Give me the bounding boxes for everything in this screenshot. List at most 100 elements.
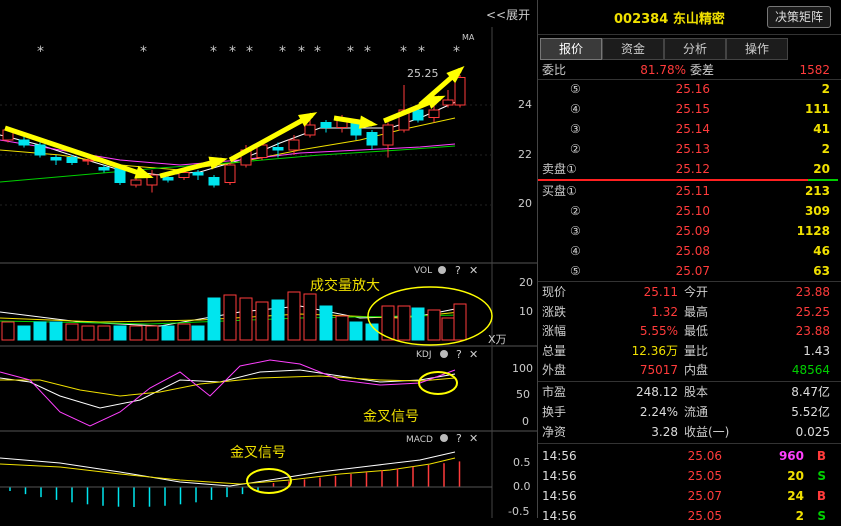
- candle-body: [272, 147, 284, 151]
- stock-header: 002384 东山精密 决策矩阵: [538, 0, 841, 34]
- weibi-value: 81.78%: [640, 63, 686, 77]
- volume-bar: [287, 291, 301, 341]
- volume-bar: [441, 317, 455, 341]
- bid-volume: 213: [804, 184, 830, 198]
- ask-level-label: 卖盘①: [542, 162, 577, 176]
- macd-tick-0.5: 0.5: [513, 456, 531, 469]
- tick-row: 14:56 25.05 2 S: [538, 506, 838, 526]
- kdj-tick-100: 100: [512, 362, 533, 375]
- volume-bar: [453, 303, 467, 341]
- signal-star: *: [140, 44, 147, 60]
- candle-body: [428, 109, 440, 118]
- annotation-macd-golden-cross: 金叉信号: [230, 445, 286, 461]
- tab-funds[interactable]: 资金: [602, 38, 664, 60]
- tick-price: 25.06: [687, 449, 722, 463]
- bid-level-label: ③: [570, 224, 581, 238]
- volume-bar: [239, 297, 253, 341]
- tab-quote[interactable]: 报价: [540, 38, 602, 60]
- kline-chart-svg[interactable]: * * * * * * * * * * * * * MA 25.25 24 22 20 VOL 20 1…: [0, 0, 537, 518]
- vol-close-icon[interactable]: ✕: [469, 264, 478, 277]
- macd-help-icon[interactable]: ?: [456, 432, 462, 445]
- bid-row: ④ 25.08 46: [538, 241, 838, 261]
- vol-help-icon[interactable]: ?: [455, 264, 461, 277]
- fundamental-value: 3.28: [651, 425, 678, 439]
- candle-body: [208, 177, 220, 186]
- price-tick-22: 22: [518, 148, 532, 161]
- kdj-close-icon[interactable]: ✕: [469, 348, 478, 361]
- macd-settings-icon[interactable]: [440, 434, 448, 442]
- quote-label-2: 内盘: [684, 363, 709, 377]
- tick-side: B: [816, 489, 826, 503]
- volume-bar: [161, 325, 175, 341]
- tick-time: 14:56: [542, 449, 577, 463]
- annotation-kdj-golden-cross: 金叉信号: [363, 409, 419, 425]
- ask-volume: 111: [804, 102, 830, 116]
- candle-body: [288, 139, 300, 151]
- volume-bar: [335, 315, 349, 341]
- ask-volume: 20: [813, 162, 830, 176]
- kline-chart-area[interactable]: * * * * * * * * * * * * * MA 25.25 24 22 20 VOL 20 1…: [0, 0, 537, 518]
- volume-bar: [349, 321, 363, 341]
- volume-bar: [33, 321, 47, 341]
- signal-star: *: [298, 44, 305, 60]
- tab-operation[interactable]: 操作: [726, 38, 788, 60]
- stock-title: 002384 东山精密: [614, 8, 725, 27]
- quote-label-2: 量比: [684, 343, 709, 358]
- candle-body: [304, 124, 316, 136]
- candle-body: [98, 167, 110, 171]
- fundamental-value-2: 5.52亿: [791, 405, 830, 419]
- ask-level-label: ③: [570, 122, 581, 136]
- quote-side-panel: 002384 东山精密 决策矩阵 报价 资金 分析 操作 委比 81.78% 委…: [537, 0, 841, 523]
- vol-unit: X万: [488, 333, 507, 346]
- vol-settings-icon[interactable]: [438, 266, 446, 274]
- expand-button[interactable]: <<展开: [486, 6, 530, 23]
- quote-label: 外盘: [542, 363, 567, 377]
- kdj-panel-label: KDJ: [416, 350, 432, 360]
- header-divider: [538, 34, 841, 35]
- quote-row: 外盘 75017 内盘 48564: [538, 360, 838, 380]
- weibi-label: 委比: [542, 63, 567, 77]
- quote-row: 现价 25.11 今开 23.88: [538, 282, 838, 302]
- candle-body: [192, 172, 204, 176]
- tick-price: 25.05: [687, 509, 722, 523]
- bid-price: 25.09: [675, 224, 710, 238]
- signal-star: *: [400, 44, 407, 60]
- macd-close-icon[interactable]: ✕: [469, 432, 478, 445]
- volume-bar: [271, 299, 285, 341]
- volume-bar: [145, 325, 159, 341]
- tick-price: 25.05: [687, 469, 722, 483]
- kdj-help-icon[interactable]: ?: [456, 348, 462, 361]
- quote-value: 25.11: [643, 285, 678, 299]
- quote-row: 总量 12.36万 量比 1.43: [538, 341, 838, 361]
- ask-row: ④ 25.15 111: [538, 99, 838, 119]
- quote-value-2: 48564: [791, 363, 830, 377]
- fundamental-label-2: 收益(一): [684, 425, 730, 439]
- tab-analysis[interactable]: 分析: [664, 38, 726, 60]
- vol-tick-20: 20: [519, 276, 533, 289]
- annotation-volume-expand: 成交量放大: [310, 277, 380, 294]
- weicha-value: 1582: [799, 63, 830, 77]
- ask-row: 卖盘① 25.12 20: [538, 159, 838, 179]
- kdj-k-line: [0, 369, 456, 409]
- signal-star: *: [210, 44, 217, 60]
- volume-bar: [1, 321, 15, 341]
- decision-matrix-button[interactable]: 决策矩阵: [767, 6, 831, 28]
- tick-time: 14:56: [542, 509, 577, 523]
- fundamental-value: 248.12: [636, 385, 678, 399]
- bid-row: ⑤ 25.07 63: [538, 261, 838, 281]
- volume-bar: [113, 325, 127, 341]
- candle-body: [34, 144, 46, 156]
- bid-level-label: ④: [570, 244, 581, 258]
- macd-highlight-ellipse: [246, 468, 292, 494]
- signal-star: *: [453, 44, 460, 60]
- trend-arrowhead: [358, 115, 378, 129]
- weibi-row: 委比 81.78% 委差 1582: [538, 60, 838, 80]
- weicha-label: 委差: [690, 63, 715, 77]
- candle-body: [66, 157, 78, 163]
- macd-tick-0.0: 0.0: [513, 480, 531, 493]
- kdj-settings-icon[interactable]: [440, 350, 448, 358]
- tick-side: B: [816, 449, 826, 463]
- ask-volume: 2: [821, 82, 830, 96]
- tick-volume: 20: [787, 469, 804, 483]
- volume-bar: [49, 321, 63, 341]
